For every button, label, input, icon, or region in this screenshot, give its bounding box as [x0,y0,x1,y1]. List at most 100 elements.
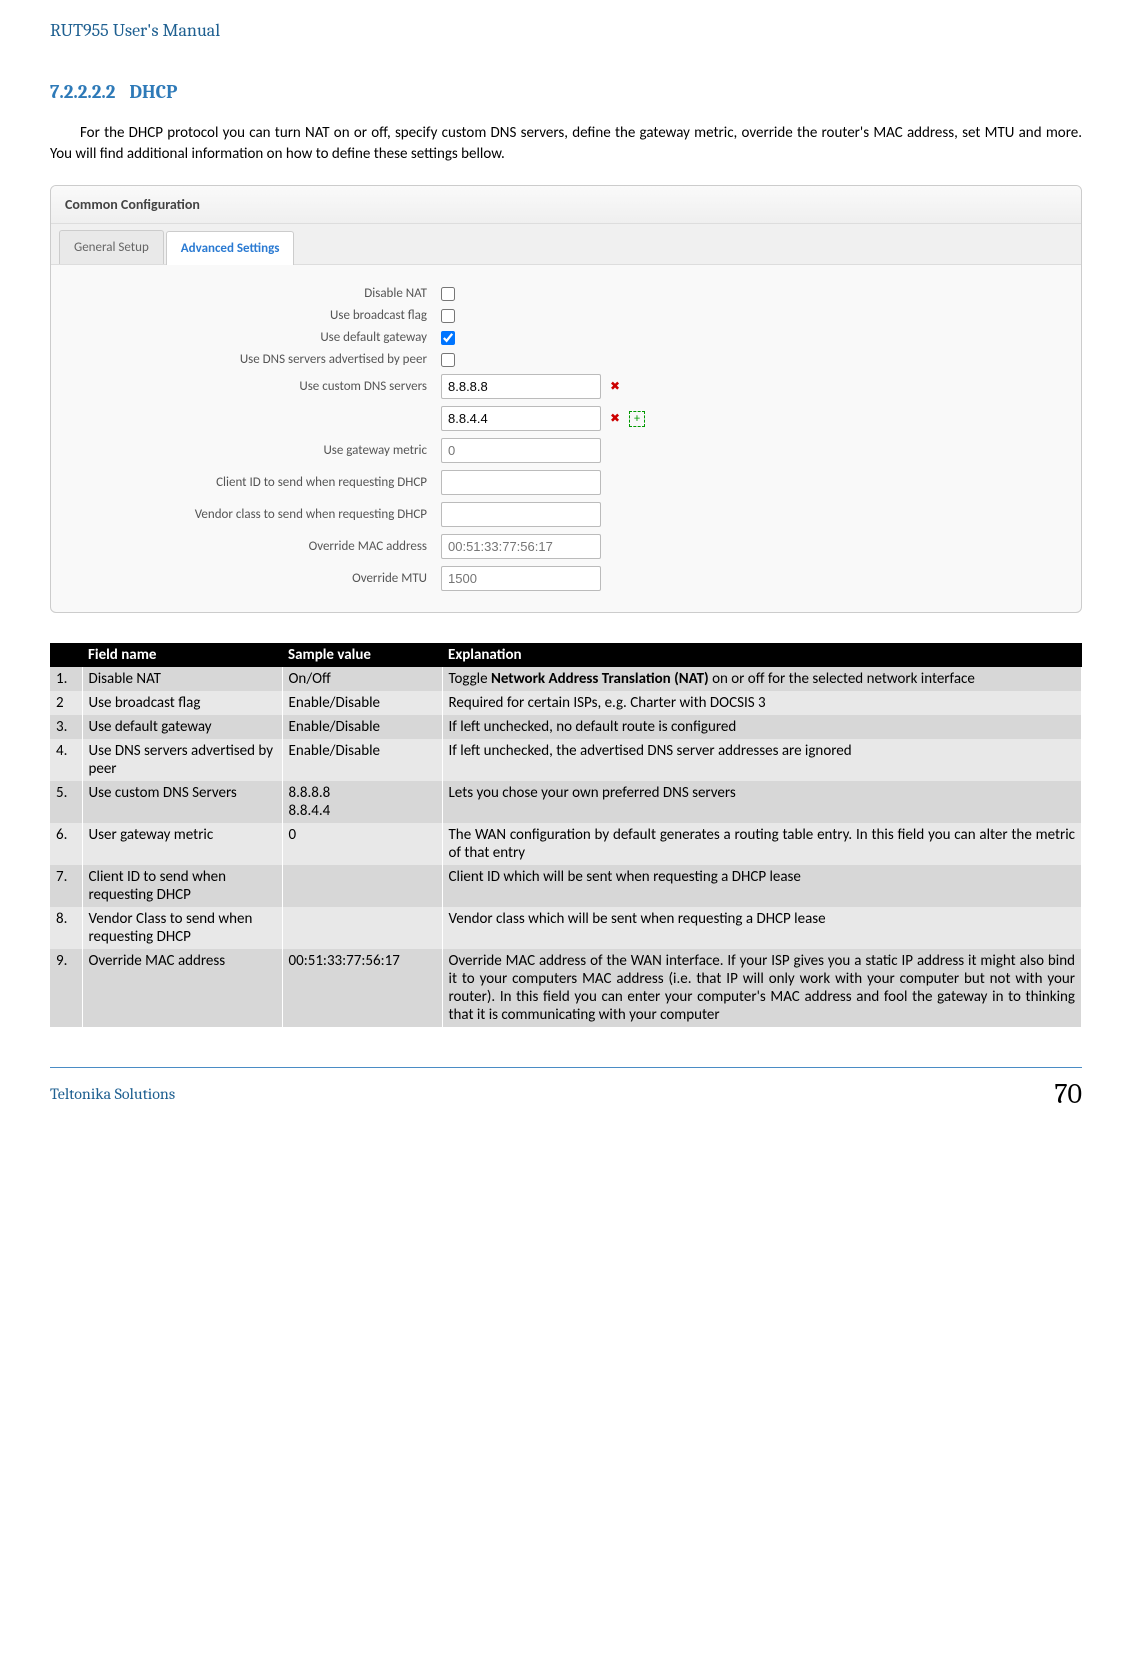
field-table: Field name Sample value Explanation 1.Di… [50,643,1082,1027]
tab-general-setup[interactable]: General Setup [59,230,164,264]
table-row: 9.Override MAC address00:51:33:77:56:17O… [50,949,1082,1027]
table-row: 4.Use DNS servers advertised by peerEnab… [50,739,1082,781]
cell-field: Use DNS servers advertised by peer [82,739,282,781]
cell-sample: 0 [282,823,442,865]
cell-num: 8. [50,907,82,949]
remove-icon[interactable]: ✖ [607,379,623,395]
row-default-gw: Use default gateway [61,330,1071,345]
input-vendor-class[interactable] [441,502,601,527]
cell-explanation: If left unchecked, no default route is c… [442,715,1082,739]
cell-num: 1. [50,667,82,691]
table-row: 5.Use custom DNS Servers8.8.8.8 8.8.4.4L… [50,781,1082,823]
checkbox-broadcast[interactable] [441,309,455,323]
cell-field: Client ID to send when requesting DHCP [82,865,282,907]
page-footer: Teltonika Solutions 70 [50,1067,1082,1110]
label-client-id: Client ID to send when requesting DHCP [61,475,441,490]
table-row: 6.User gateway metric0The WAN configurat… [50,823,1082,865]
cell-field: Use default gateway [82,715,282,739]
cell-explanation: Required for certain ISPs, e.g. Charter … [442,691,1082,715]
table-row: 3.Use default gatewayEnable/DisableIf le… [50,715,1082,739]
row-custom-dns-2: ✖ + [61,406,1071,431]
tabs: General Setup Advanced Settings [51,224,1081,265]
cell-explanation: Client ID which will be sent when reques… [442,865,1082,907]
cell-explanation: Toggle Network Address Translation (NAT)… [442,667,1082,691]
th-explanation: Explanation [442,643,1082,667]
intro-paragraph: For the DHCP protocol you can turn NAT o… [50,123,1082,165]
section-title: DHCP [129,81,177,103]
checkbox-dns-peer[interactable] [441,353,455,367]
label-dns-peer: Use DNS servers advertised by peer [61,352,441,367]
th-sample: Sample value [282,643,442,667]
page-header-title: RUT955 User's Manual [50,20,1082,41]
cell-sample: Enable/Disable [282,715,442,739]
checkbox-default-gw[interactable] [441,331,455,345]
label-disable-nat: Disable NAT [61,286,441,301]
label-broadcast: Use broadcast flag [61,308,441,323]
label-vendor-class: Vendor class to send when requesting DHC… [61,507,441,522]
cell-sample [282,907,442,949]
cell-num: 6. [50,823,82,865]
table-row: 2Use broadcast flagEnable/DisableRequire… [50,691,1082,715]
label-custom-dns: Use custom DNS servers [61,379,441,394]
tab-advanced-settings[interactable]: Advanced Settings [166,231,295,265]
cell-field: Disable NAT [82,667,282,691]
row-custom-dns-1: Use custom DNS servers ✖ [61,374,1071,399]
label-override-mac: Override MAC address [61,539,441,554]
cell-field: Use broadcast flag [82,691,282,715]
cell-field: Use custom DNS Servers [82,781,282,823]
cell-sample [282,865,442,907]
table-header-row: Field name Sample value Explanation [50,643,1082,667]
cell-num: 7. [50,865,82,907]
cell-num: 4. [50,739,82,781]
cell-sample: On/Off [282,667,442,691]
row-broadcast: Use broadcast flag [61,308,1071,323]
label-default-gw: Use default gateway [61,330,441,345]
cell-field: Vendor Class to send when requesting DHC… [82,907,282,949]
cell-num: 5. [50,781,82,823]
row-dns-peer: Use DNS servers advertised by peer [61,352,1071,367]
cell-sample: Enable/Disable [282,691,442,715]
cell-sample: 8.8.8.8 8.8.4.4 [282,781,442,823]
config-panel: Common Configuration General Setup Advan… [50,185,1082,613]
table-row: 7.Client ID to send when requesting DHCP… [50,865,1082,907]
input-gw-metric[interactable] [441,438,601,463]
cell-num: 9. [50,949,82,1027]
row-override-mtu: Override MTU [61,566,1071,591]
row-gw-metric: Use gateway metric [61,438,1071,463]
label-gw-metric: Use gateway metric [61,443,441,458]
cell-explanation: Vendor class which will be sent when req… [442,907,1082,949]
cell-num: 3. [50,715,82,739]
cell-field: Override MAC address [82,949,282,1027]
remove-icon[interactable]: ✖ [607,411,623,427]
checkbox-disable-nat[interactable] [441,287,455,301]
form-rows: Disable NAT Use broadcast flag Use defau… [51,265,1081,612]
section-heading: 7.2.2.2.2 DHCP [50,81,1082,103]
cell-explanation: The WAN configuration by default generat… [442,823,1082,865]
footer-brand: Teltonika Solutions [50,1085,175,1103]
cell-explanation: If left unchecked, the advertised DNS se… [442,739,1082,781]
cell-field: User gateway metric [82,823,282,865]
table-row: 1.Disable NATOn/OffToggle Network Addres… [50,667,1082,691]
input-custom-dns-1[interactable] [441,374,601,399]
cell-explanation: Override MAC address of the WAN interfac… [442,949,1082,1027]
table-row: 8.Vendor Class to send when requesting D… [50,907,1082,949]
row-override-mac: Override MAC address [61,534,1071,559]
input-override-mac[interactable] [441,534,601,559]
cell-explanation: Lets you chose your own preferred DNS se… [442,781,1082,823]
input-custom-dns-2[interactable] [441,406,601,431]
row-disable-nat: Disable NAT [61,286,1071,301]
th-field: Field name [82,643,282,667]
row-vendor-class: Vendor class to send when requesting DHC… [61,502,1071,527]
cell-num: 2 [50,691,82,715]
footer-page-number: 70 [1054,1078,1082,1110]
label-override-mtu: Override MTU [61,571,441,586]
cell-sample: 00:51:33:77:56:17 [282,949,442,1027]
panel-title: Common Configuration [51,186,1081,224]
th-blank [50,643,82,667]
input-client-id[interactable] [441,470,601,495]
row-client-id: Client ID to send when requesting DHCP [61,470,1071,495]
cell-sample: Enable/Disable [282,739,442,781]
input-override-mtu[interactable] [441,566,601,591]
section-number: 7.2.2.2.2 [50,81,115,103]
add-icon[interactable]: + [629,411,645,427]
